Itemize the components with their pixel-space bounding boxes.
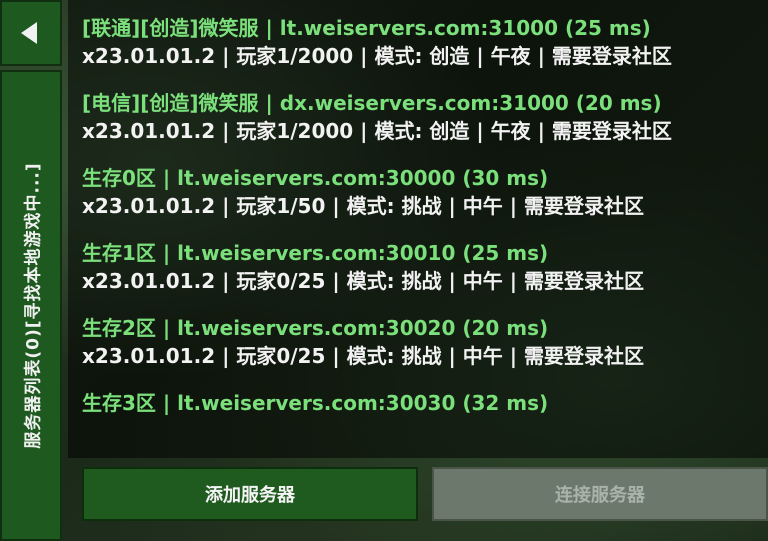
server-item[interactable]: 生存3区 | lt.weiservers.com:30030 (32 ms): [82, 389, 768, 417]
connect-server-button[interactable]: 连接服务器: [432, 467, 768, 521]
server-item[interactable]: [联通][创造]微笑服 | lt.weiservers.com:31000 (2…: [82, 14, 768, 70]
back-arrow-icon: [21, 22, 37, 44]
server-info: x23.01.01.2 | 玩家1/50 | 模式: 挑战 | 中午 | 需要登…: [82, 194, 645, 218]
server-title: 生存3区 | lt.weiservers.com:30030 (32 ms): [82, 391, 549, 415]
server-title: 生存0区 | lt.weiservers.com:30000 (30 ms): [82, 166, 549, 190]
add-server-button[interactable]: 添加服务器: [82, 467, 418, 521]
server-title: 生存1区 | lt.weiservers.com:30010 (25 ms): [82, 241, 549, 265]
server-list[interactable]: [联通][创造]微笑服 | lt.weiservers.com:31000 (2…: [68, 0, 768, 458]
server-list-sidebar: 服务器列表(0)[寻找本地游戏中...]: [0, 70, 62, 541]
server-title: [电信][创造]微笑服 | dx.weiservers.com:31000 (2…: [82, 91, 662, 115]
bottom-bar: 添加服务器 连接服务器: [62, 458, 768, 541]
server-info: x23.01.01.2 | 玩家1/2000 | 模式: 创造 | 午夜 | 需…: [82, 119, 672, 143]
server-item[interactable]: [电信][创造]微笑服 | dx.weiservers.com:31000 (2…: [82, 89, 768, 145]
server-info: x23.01.01.2 | 玩家1/2000 | 模式: 创造 | 午夜 | 需…: [82, 44, 672, 68]
server-list-title: 服务器列表(0)[寻找本地游戏中...]: [23, 162, 44, 449]
server-info: x23.01.01.2 | 玩家0/25 | 模式: 挑战 | 中午 | 需要登…: [82, 269, 645, 293]
server-item[interactable]: 生存1区 | lt.weiservers.com:30010 (25 ms) x…: [82, 239, 768, 295]
back-button[interactable]: [0, 0, 62, 66]
server-item[interactable]: 生存0区 | lt.weiservers.com:30000 (30 ms) x…: [82, 164, 768, 220]
server-title: [联通][创造]微笑服 | lt.weiservers.com:31000 (2…: [82, 16, 651, 40]
server-title: 生存2区 | lt.weiservers.com:30020 (20 ms): [82, 316, 549, 340]
server-info: x23.01.01.2 | 玩家0/25 | 模式: 挑战 | 中午 | 需要登…: [82, 344, 645, 368]
server-item[interactable]: 生存2区 | lt.weiservers.com:30020 (20 ms) x…: [82, 314, 768, 370]
